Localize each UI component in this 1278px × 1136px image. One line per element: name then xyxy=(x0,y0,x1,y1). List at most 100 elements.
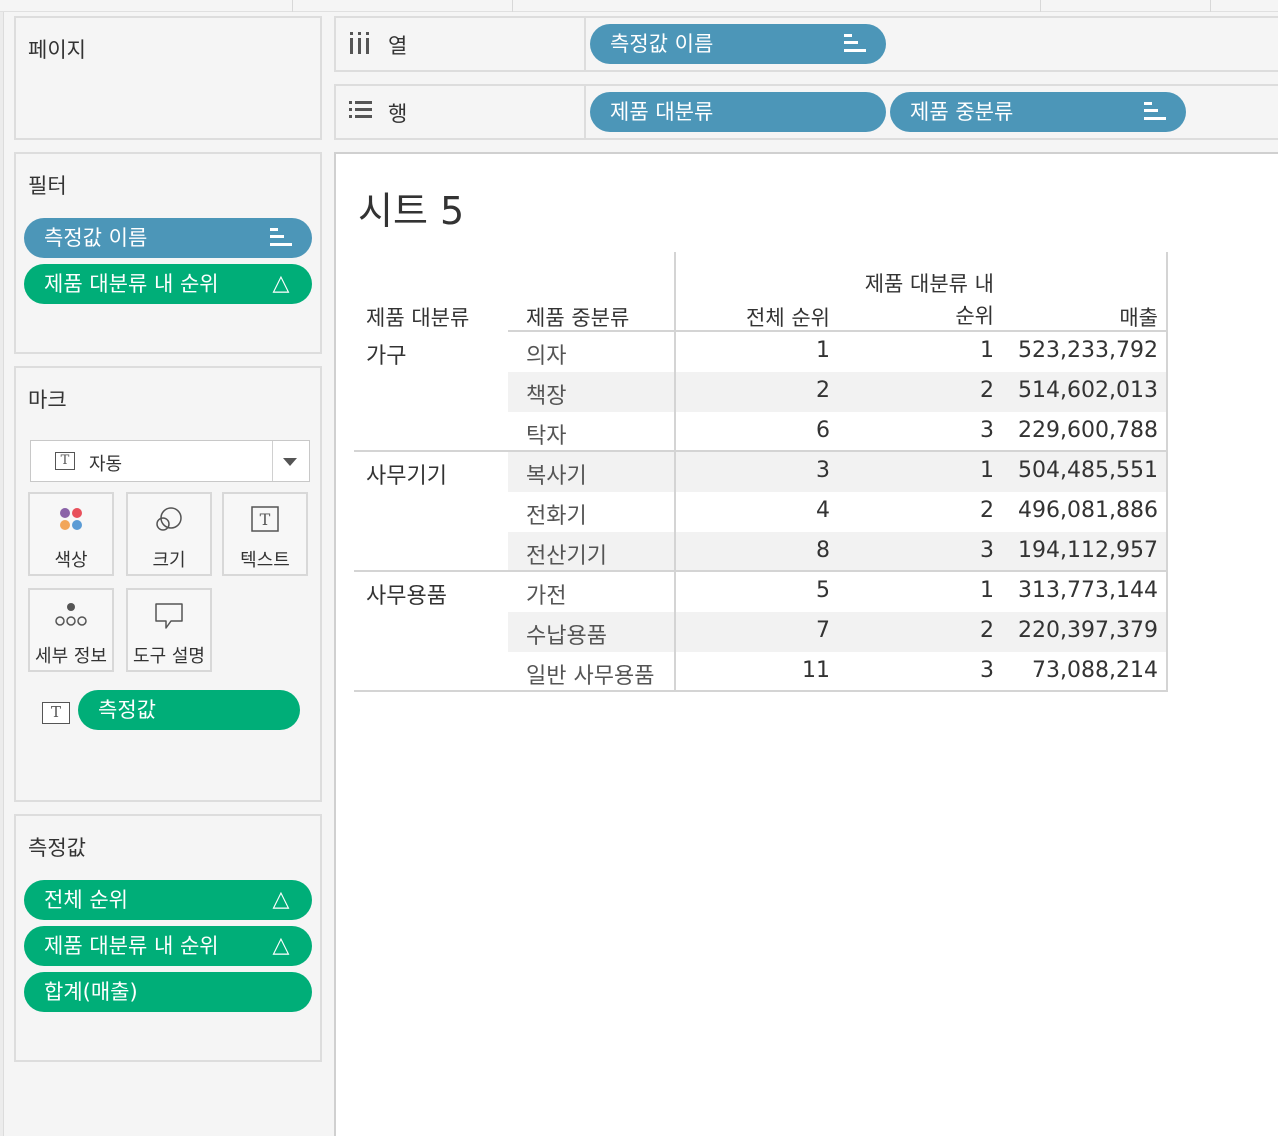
sort-icon xyxy=(270,218,292,258)
columns-shelf[interactable]: 열 측정값 이름 xyxy=(334,16,1278,72)
columns-icon xyxy=(348,30,372,60)
filter-pill-measure-names[interactable]: 측정값 이름 xyxy=(24,218,312,258)
delta-icon: △ xyxy=(272,933,290,958)
group-divider xyxy=(354,570,1168,572)
svg-text:T: T xyxy=(260,510,271,529)
marks-card[interactable]: 마크 T 자동 색상 크기 T 텍스트 세부 정보 도구 설명 T 측정값 xyxy=(14,366,322,802)
worksheet-view[interactable]: 시트 5 제품 대분류 제품 중분류 전체 순위 제품 대분류 내 순위 매출 … xyxy=(334,152,1278,1136)
tooltip-bubble-icon xyxy=(154,602,184,630)
sales-cell: 496,081,886 xyxy=(1018,498,1158,523)
filters-card[interactable]: 필터 측정값 이름 제품 대분류 내 순위 △ xyxy=(14,152,322,354)
filter-pill-rank-within[interactable]: 제품 대분류 내 순위 △ xyxy=(24,264,312,304)
overall-rank-cell: 6 xyxy=(816,418,830,443)
size-button-label: 크기 xyxy=(152,550,186,571)
sales-cell: 313,773,144 xyxy=(1018,578,1158,603)
sales-cell: 514,602,013 xyxy=(1018,378,1158,403)
subcategory-cell: 가전 xyxy=(526,584,567,609)
sort-icon xyxy=(844,24,866,64)
text-t-icon: T xyxy=(251,506,279,532)
measure-values-card-title: 측정값 xyxy=(28,836,86,860)
text-button-label: 텍스트 xyxy=(240,550,290,571)
table-right-border xyxy=(1166,252,1168,692)
size-circles-icon xyxy=(154,506,184,534)
overall-rank-cell: 3 xyxy=(816,458,830,483)
size-button[interactable]: 크기 xyxy=(126,492,212,576)
table-bottom-border xyxy=(354,690,1168,692)
sales-cell: 523,233,792 xyxy=(1018,338,1158,363)
sheet-title: 시트 5 xyxy=(358,189,465,233)
sales-cell: 229,600,788 xyxy=(1018,418,1158,443)
text-encoding-icon: T xyxy=(42,702,70,724)
subcategory-cell: 의자 xyxy=(526,344,567,369)
measure-pill-sum-sales-label: 합계(매출) xyxy=(44,980,138,1004)
measure-values-card[interactable]: 측정값 전체 순위 △ 제품 대분류 내 순위 △ 합계(매출) xyxy=(14,814,322,1062)
rows-pill-category-label: 제품 대분류 xyxy=(610,100,714,124)
measure-pill-sum-sales[interactable]: 합계(매출) xyxy=(24,972,312,1012)
sort-icon xyxy=(1144,92,1166,132)
delta-icon: △ xyxy=(272,271,290,296)
filter-pill-rank-within-label: 제품 대분류 내 순위 xyxy=(44,272,219,296)
rank-within-cell: 3 xyxy=(980,538,994,563)
rows-pill-subcategory[interactable]: 제품 중분류 xyxy=(890,92,1186,132)
text-encoding-pill-label: 측정값 xyxy=(98,698,156,722)
overall-rank-cell: 8 xyxy=(816,538,830,563)
rank-within-cell: 1 xyxy=(980,578,994,603)
filter-pill-measure-names-label: 측정값 이름 xyxy=(44,226,148,250)
rank-within-cell: 1 xyxy=(980,458,994,483)
text-encoding-measure-values-pill[interactable]: 측정값 xyxy=(78,690,300,730)
top-strip xyxy=(0,0,1278,12)
overall-rank-cell: 7 xyxy=(816,618,830,643)
header-divider xyxy=(674,252,676,692)
mark-type-dropdown[interactable]: T 자동 xyxy=(30,440,310,482)
header-overall-rank: 전체 순위 xyxy=(746,306,830,330)
text-mark-icon: T xyxy=(55,452,75,470)
rows-pill-subcategory-label: 제품 중분류 xyxy=(910,100,1014,124)
filters-card-title: 필터 xyxy=(28,174,67,198)
rows-pill-category[interactable]: 제품 대분류 xyxy=(590,92,886,132)
rank-within-cell: 3 xyxy=(980,418,994,443)
marks-card-title: 마크 xyxy=(28,388,67,412)
overall-rank-cell: 11 xyxy=(802,658,830,683)
category-cell: 사무기기 xyxy=(366,464,447,489)
rows-shelf-label: 행 xyxy=(388,102,408,126)
tooltip-button[interactable]: 도구 설명 xyxy=(126,588,212,672)
color-button-label: 색상 xyxy=(54,550,88,571)
detail-button[interactable]: 세부 정보 xyxy=(28,588,114,672)
text-button[interactable]: T 텍스트 xyxy=(222,492,308,576)
subcategory-cell: 전산기기 xyxy=(526,544,607,569)
left-edge xyxy=(0,12,4,1136)
measure-pill-overall-rank[interactable]: 전체 순위 △ xyxy=(24,880,312,920)
category-cell: 가구 xyxy=(366,344,407,369)
rows-shelf-label-area: 행 xyxy=(336,86,586,138)
rows-shelf[interactable]: 행 제품 대분류 제품 중분류 xyxy=(334,84,1278,140)
overall-rank-cell: 2 xyxy=(816,378,830,403)
category-cell: 사무용품 xyxy=(366,584,447,609)
rank-within-cell: 1 xyxy=(980,338,994,363)
delta-icon: △ xyxy=(272,887,290,912)
detail-button-label: 세부 정보 xyxy=(35,646,107,667)
header-category: 제품 대분류 xyxy=(366,306,470,330)
pages-card[interactable]: 페이지 xyxy=(14,16,322,140)
color-button[interactable]: 색상 xyxy=(28,492,114,576)
measure-pill-rank-within-label: 제품 대분류 내 순위 xyxy=(44,934,219,958)
rank-within-cell: 2 xyxy=(980,378,994,403)
overall-rank-cell: 1 xyxy=(816,338,830,363)
rows-icon xyxy=(348,98,374,126)
mark-type-label: 자동 xyxy=(89,454,123,475)
sales-cell: 73,088,214 xyxy=(1032,658,1158,683)
color-dots-icon xyxy=(58,506,84,532)
dropdown-separator xyxy=(272,441,273,481)
subcategory-cell: 탁자 xyxy=(526,424,567,449)
group-divider xyxy=(354,450,1168,452)
header-subcategory: 제품 중분류 xyxy=(526,306,630,330)
header-rank-within-line2: 순위 xyxy=(955,304,994,328)
columns-shelf-label: 열 xyxy=(388,34,408,58)
sales-cell: 194,112,957 xyxy=(1018,538,1158,563)
overall-rank-cell: 5 xyxy=(816,578,830,603)
subcategory-cell: 수납용품 xyxy=(526,624,607,649)
chevron-down-icon[interactable] xyxy=(283,458,297,466)
detail-dots-icon xyxy=(54,602,88,628)
columns-pill-measure-names[interactable]: 측정값 이름 xyxy=(590,24,886,64)
tooltip-button-label: 도구 설명 xyxy=(133,646,205,667)
measure-pill-rank-within[interactable]: 제품 대분류 내 순위 △ xyxy=(24,926,312,966)
